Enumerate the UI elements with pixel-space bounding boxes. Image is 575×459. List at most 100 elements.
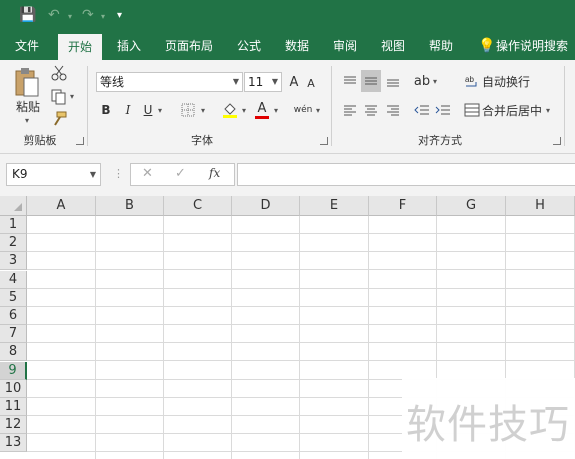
row-header-12[interactable]: 12: [0, 416, 27, 434]
tab-review[interactable]: 审阅: [324, 32, 366, 60]
fill-color-icon[interactable]: [221, 100, 239, 120]
svg-text:ab: ab: [465, 75, 474, 84]
row-header-5[interactable]: 5: [0, 289, 27, 307]
clipboard-launcher-icon[interactable]: [76, 137, 84, 145]
customize-quick-access-icon[interactable]: ▾: [117, 10, 122, 21]
chevron-down-icon: ▼: [271, 77, 278, 86]
column-header-c[interactable]: C: [164, 196, 232, 216]
column-header-b[interactable]: B: [96, 196, 164, 216]
fill-color-dropdown-icon[interactable]: ▾: [242, 106, 246, 115]
borders-dropdown-icon[interactable]: ▾: [201, 106, 205, 115]
font-color-icon[interactable]: A: [254, 100, 270, 120]
tab-data[interactable]: 数据: [276, 32, 318, 60]
tab-view[interactable]: 视图: [372, 32, 414, 60]
decrease-indent-icon[interactable]: [412, 100, 432, 120]
ribbon-separator: [331, 66, 332, 146]
merge-dropdown-icon[interactable]: ▾: [546, 106, 550, 115]
formula-input[interactable]: [237, 163, 575, 186]
align-center-icon[interactable]: [361, 100, 381, 120]
cut-icon[interactable]: [50, 64, 68, 82]
middle-align-icon[interactable]: [361, 70, 381, 92]
merge-center-button[interactable]: 合并后居中: [482, 101, 542, 119]
align-right-icon[interactable]: [383, 100, 403, 120]
insert-function-icon[interactable]: fx: [209, 166, 220, 180]
font-name-value: 等线: [100, 75, 125, 89]
column-gridline: [368, 216, 369, 459]
tab-home[interactable]: 开始: [58, 34, 102, 60]
align-left-icon[interactable]: [340, 100, 360, 120]
paste-dropdown-icon[interactable]: ▾: [25, 116, 29, 125]
phonetic-dropdown-icon[interactable]: ▾: [316, 106, 320, 115]
row-header-9[interactable]: 9: [0, 362, 27, 380]
title-bar: 💾 ↶ ▾ ↷ ▾ ▾: [0, 0, 575, 32]
tab-file[interactable]: 文件: [6, 32, 48, 60]
paste-icon[interactable]: [12, 66, 42, 100]
column-gridline: [231, 216, 232, 459]
name-box[interactable]: K9 ▼: [6, 163, 101, 186]
bottom-align-icon[interactable]: [383, 70, 403, 92]
row-header-1[interactable]: 1: [0, 216, 27, 234]
enter-icon[interactable]: ✓: [175, 166, 186, 181]
tab-insert[interactable]: 插入: [108, 32, 150, 60]
underline-dropdown-icon[interactable]: ▾: [158, 106, 162, 115]
row-gridline: [27, 360, 575, 361]
row-header-10[interactable]: 10: [0, 380, 27, 398]
font-color-dropdown-icon[interactable]: ▾: [274, 106, 278, 115]
underline-button[interactable]: U: [141, 101, 155, 119]
undo-dropdown-icon[interactable]: ▾: [68, 12, 72, 21]
paste-button-label[interactable]: 粘贴: [14, 98, 42, 114]
column-header-g[interactable]: G: [437, 196, 506, 216]
row-gridline: [27, 269, 575, 270]
wrap-text-button[interactable]: 自动换行: [482, 72, 532, 90]
column-header-f[interactable]: F: [369, 196, 437, 216]
cancel-icon[interactable]: ✕: [142, 166, 153, 181]
wrap-text-icon[interactable]: ab: [463, 72, 481, 90]
column-header-a[interactable]: A: [27, 196, 96, 216]
row-header-6[interactable]: 6: [0, 307, 27, 325]
decrease-font-size-button[interactable]: A: [304, 74, 318, 92]
bold-button[interactable]: B: [99, 101, 113, 119]
column-gridline: [163, 216, 164, 459]
undo-icon[interactable]: ↶: [48, 7, 60, 23]
increase-font-size-button[interactable]: A: [286, 72, 302, 92]
row-header-4[interactable]: 4: [0, 271, 27, 289]
alignment-group-label: 对齐方式: [418, 134, 462, 147]
format-painter-icon[interactable]: [50, 110, 68, 128]
row-header-3[interactable]: 3: [0, 252, 27, 270]
redo-dropdown-icon[interactable]: ▾: [101, 12, 105, 21]
copy-icon[interactable]: [50, 88, 68, 106]
column-header-h[interactable]: H: [506, 196, 575, 216]
tell-me-search[interactable]: 操作说明搜索: [496, 32, 575, 60]
save-icon[interactable]: 💾: [19, 7, 36, 23]
borders-icon[interactable]: [180, 102, 196, 118]
column-header-d[interactable]: D: [232, 196, 300, 216]
vertical-dots-icon[interactable]: ⋮: [113, 167, 124, 180]
row-header-7[interactable]: 7: [0, 325, 27, 343]
increase-indent-icon[interactable]: [433, 100, 453, 120]
merge-center-icon[interactable]: [463, 101, 481, 119]
tab-formulas[interactable]: 公式: [228, 32, 270, 60]
font-name-select[interactable]: 等线 ▼: [96, 72, 243, 92]
orientation-dropdown-icon[interactable]: ▾: [433, 77, 437, 86]
italic-button[interactable]: I: [121, 101, 135, 119]
orientation-icon[interactable]: ab: [412, 70, 432, 92]
row-header-8[interactable]: 8: [0, 343, 27, 361]
top-align-icon[interactable]: [340, 70, 360, 92]
font-launcher-icon[interactable]: [320, 137, 328, 145]
tab-page-layout[interactable]: 页面布局: [160, 32, 218, 60]
name-box-value: K9: [12, 167, 28, 181]
copy-dropdown-icon[interactable]: ▾: [70, 92, 74, 101]
clipboard-group-label: 剪贴板: [23, 134, 57, 147]
tab-help[interactable]: 帮助: [420, 32, 462, 60]
row-header-11[interactable]: 11: [0, 398, 27, 416]
chevron-down-icon[interactable]: ▼: [90, 164, 96, 185]
redo-icon[interactable]: ↷: [82, 7, 94, 23]
alignment-launcher-icon[interactable]: [553, 137, 561, 145]
row-header-2[interactable]: 2: [0, 234, 27, 252]
watermark-text: 软件技巧: [406, 402, 570, 448]
font-size-select[interactable]: 11 ▼: [244, 72, 282, 92]
row-header-13[interactable]: 13: [0, 434, 27, 452]
phonetic-guide-button[interactable]: wén: [294, 100, 313, 120]
column-header-e[interactable]: E: [300, 196, 369, 216]
select-all-corner[interactable]: [0, 196, 27, 216]
